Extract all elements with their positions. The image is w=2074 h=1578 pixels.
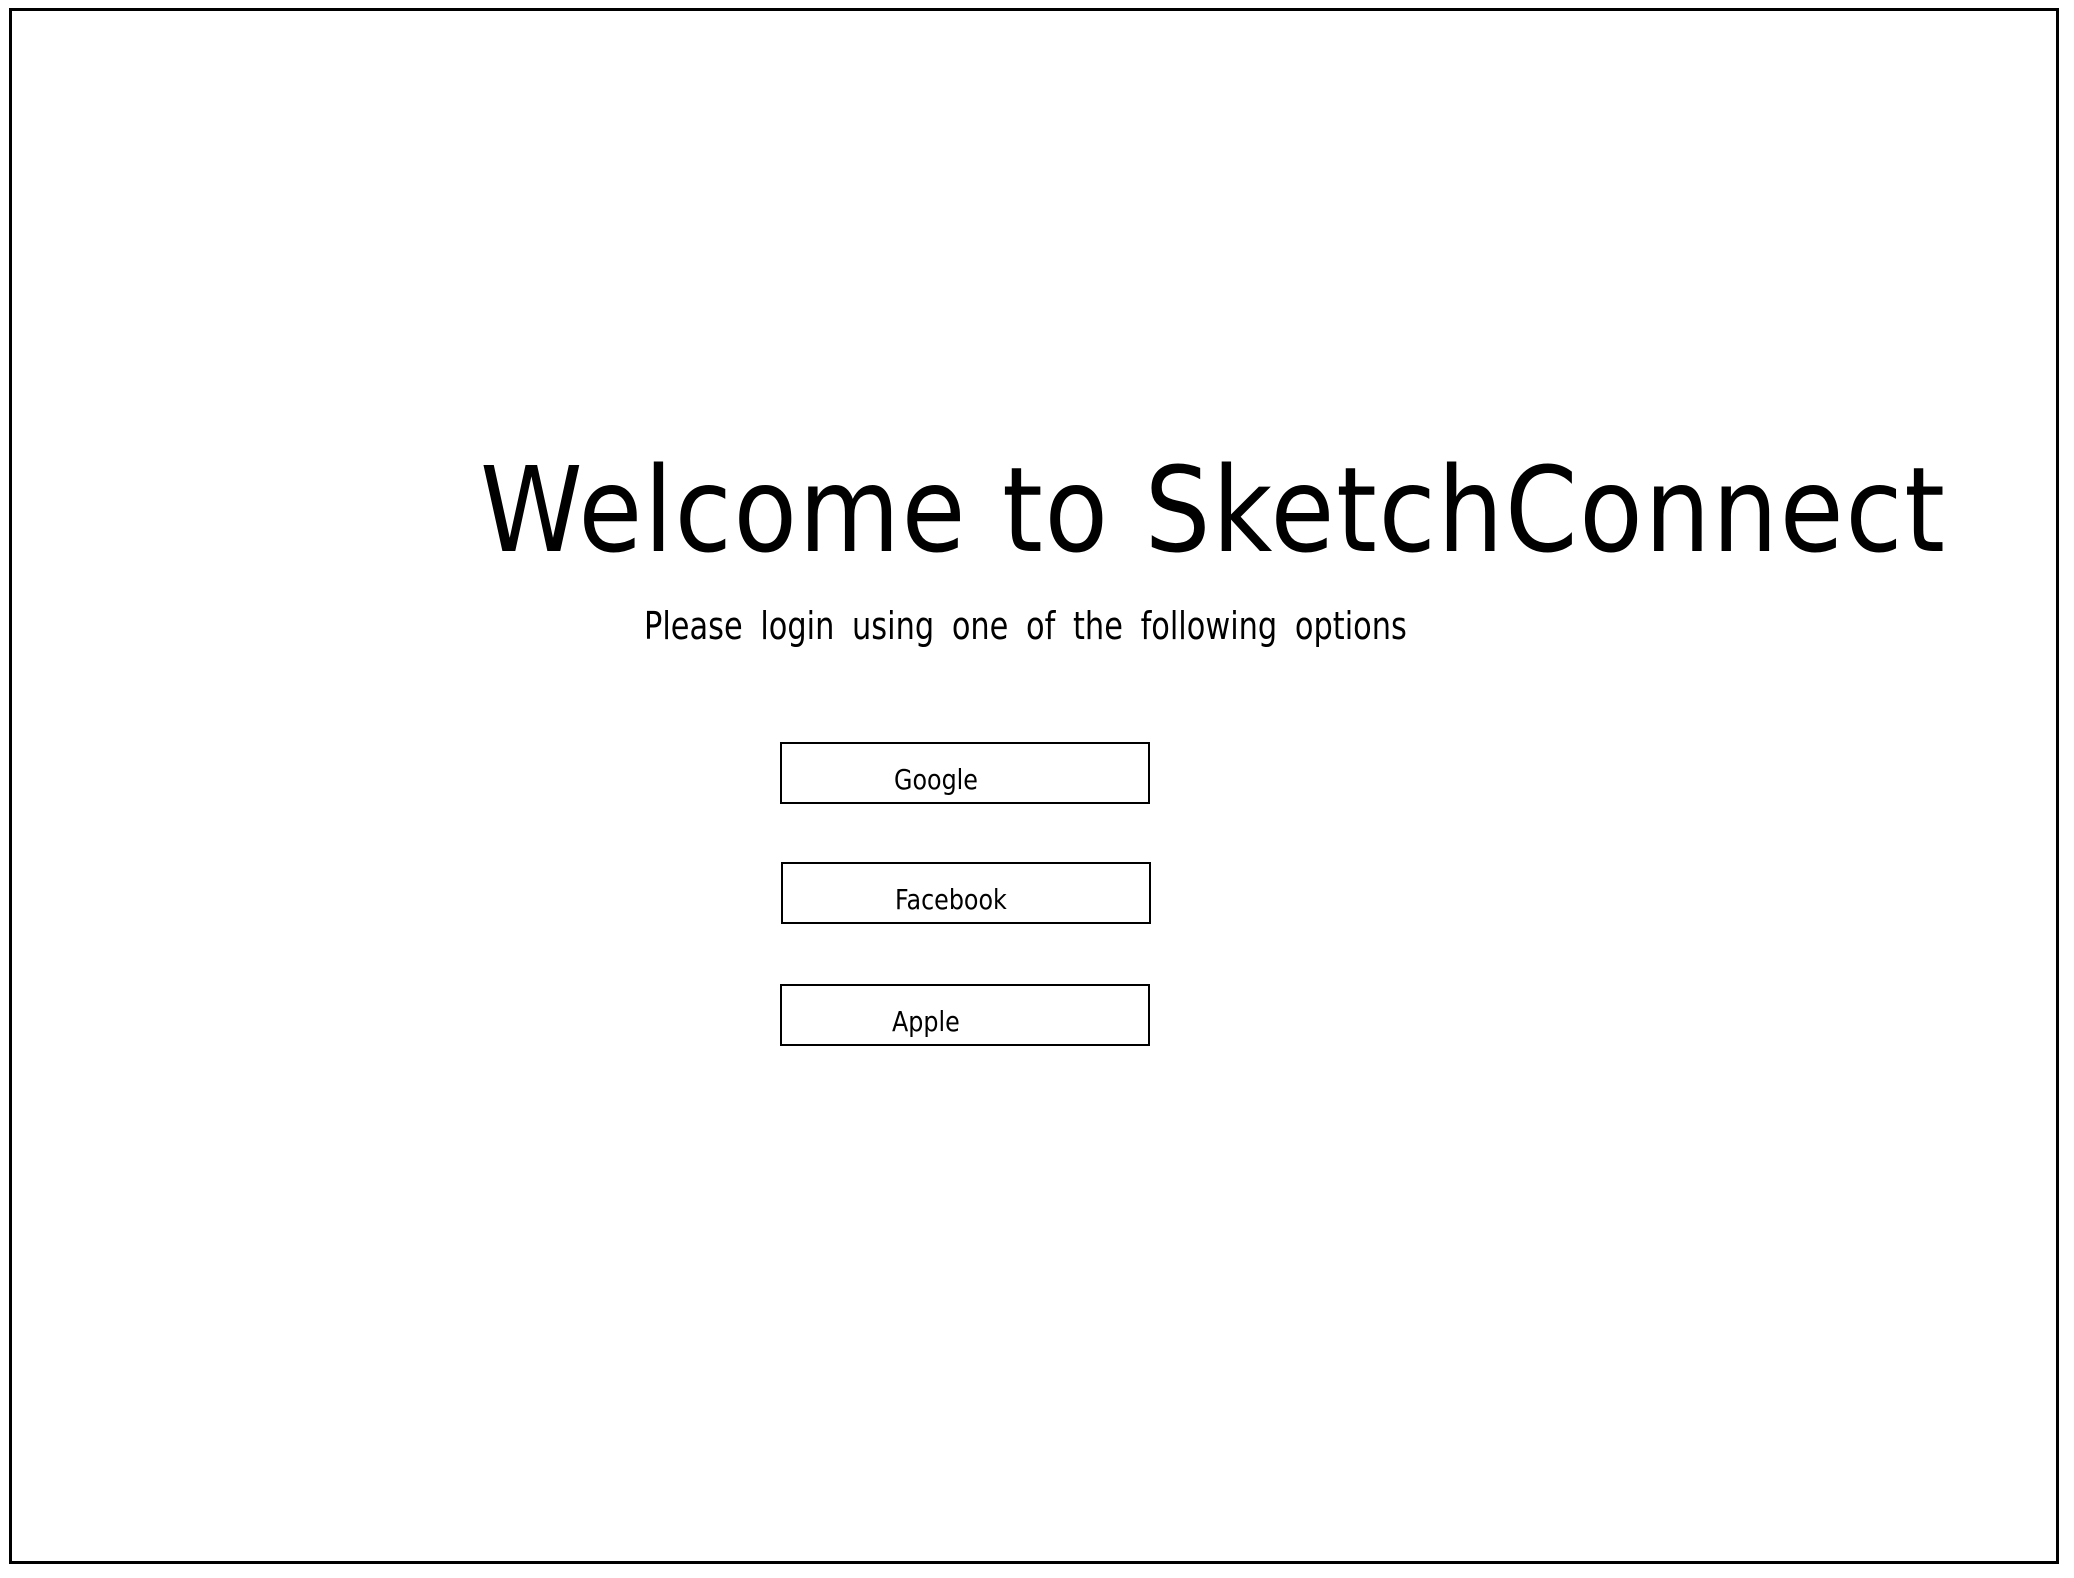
page-subtitle: Please login using one of the following … [644,604,1407,648]
facebook-login-button[interactable]: Facebook [781,862,1151,924]
facebook-login-label: Facebook [895,883,1007,916]
apple-login-label: Apple [892,1005,960,1038]
google-login-button[interactable]: Google [780,742,1150,804]
apple-login-button[interactable]: Apple [780,984,1150,1046]
page-title: Welcome to SketchConnect [480,441,1947,579]
login-page: Welcome to SketchConnect Please login us… [0,0,2074,1578]
google-login-label: Google [894,763,978,796]
